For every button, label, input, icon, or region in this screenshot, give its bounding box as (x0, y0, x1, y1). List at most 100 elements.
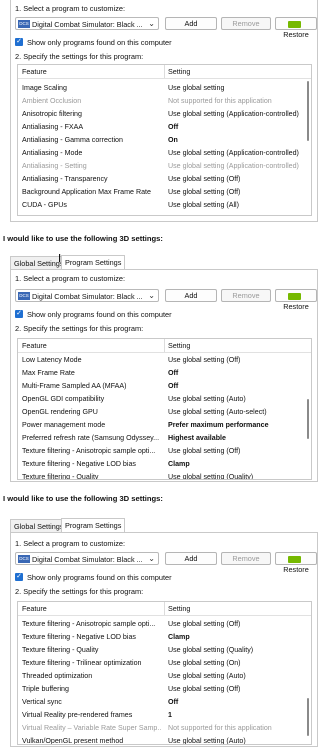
program-select-value: Digital Combat Simulator: Black ... (32, 555, 143, 564)
tab-program-settings[interactable]: Program Settings (61, 518, 126, 533)
setting-cell[interactable]: Use global setting (Off) (168, 175, 304, 183)
table-row[interactable]: Vulkan/OpenGL present method Use global s… (18, 736, 311, 744)
table-row[interactable]: Antialiasing - Gamma correction On (18, 135, 311, 146)
table-row[interactable]: Vertical sync Off (18, 697, 311, 708)
setting-cell[interactable]: Use global setting (Auto) (168, 672, 304, 680)
restore-button[interactable]: Restore (275, 17, 317, 39)
setting-cell[interactable]: Use global setting (All) (168, 201, 304, 209)
table-row[interactable]: Max Frame Rate Off (18, 368, 311, 379)
table-row[interactable]: Virtual Reality pre-rendered frames 1 (18, 710, 311, 721)
check-icon: ✓ (16, 573, 22, 580)
setting-cell[interactable]: Not supported for this application (168, 97, 304, 105)
step2-label: 2. Specify the settings for this program… (15, 324, 144, 333)
setting-cell[interactable]: Off (168, 123, 304, 131)
program-select[interactable]: DCS Digital Combat Simulator: Black ... … (15, 17, 159, 30)
table-row[interactable]: Texture filtering - Quality Use global se… (18, 472, 311, 479)
setting-cell[interactable]: Prefer maximum performance (168, 421, 304, 429)
section-heading-2: I would like to use the following 3D set… (3, 234, 163, 243)
table-row[interactable]: Background Application Max Frame Rate Use… (18, 187, 311, 198)
feature-cell: Image Scaling (22, 84, 67, 92)
table-row[interactable]: OpenGL GDI compatibility Use global setti… (18, 394, 311, 405)
setting-cell[interactable]: Use global setting (Auto) (168, 395, 304, 403)
setting-cell[interactable]: Use global setting (Auto-select) (168, 408, 304, 416)
setting-cell[interactable]: Off (168, 382, 304, 390)
setting-column-header[interactable]: Setting (168, 67, 190, 76)
setting-cell[interactable]: Off (168, 698, 304, 706)
setting-cell[interactable]: Use global setting (On) (168, 659, 304, 667)
add-button[interactable]: Add (165, 17, 217, 30)
setting-cell[interactable]: Use global setting (Application-controll… (168, 149, 304, 157)
setting-cell[interactable]: Clamp (168, 633, 304, 641)
restore-label: Restore (283, 302, 309, 311)
setting-column-header[interactable]: Setting (168, 341, 190, 350)
restore-button[interactable]: Restore (275, 289, 317, 311)
feature-cell: Texture filtering - Negative LOD bias (22, 460, 136, 468)
setting-cell[interactable]: 1 (168, 711, 304, 719)
restore-label: Restore (283, 565, 309, 574)
setting-cell[interactable]: Use global setting (Off) (168, 447, 304, 455)
setting-cell[interactable]: Use global setting (Quality) (168, 473, 304, 479)
setting-cell[interactable]: Use global setting (Application-controll… (168, 162, 304, 170)
show-only-checkbox[interactable]: ✓ (15, 573, 23, 581)
column-divider (164, 65, 165, 78)
table-row[interactable]: Texture filtering - Negative LOD bias Cla… (18, 632, 311, 643)
table-row[interactable]: Virtual Reality – Variable Rate Super Sa… (18, 723, 311, 734)
show-only-checkbox[interactable]: ✓ (15, 310, 23, 318)
setting-cell[interactable]: Use global setting (Off) (168, 620, 304, 628)
feature-column-header[interactable]: Feature (22, 604, 47, 613)
feature-column-header[interactable]: Feature (22, 341, 47, 350)
setting-cell[interactable]: Use global setting (Off) (168, 188, 304, 196)
vertical-scrollbar[interactable] (307, 81, 309, 141)
table-row[interactable]: OpenGL rendering GPU Use global setting (… (18, 407, 311, 418)
restore-button[interactable]: Restore (275, 552, 317, 574)
table-row[interactable]: Texture filtering - Trilinear optimizati… (18, 658, 311, 669)
add-button[interactable]: Add (165, 289, 217, 302)
table-row[interactable]: Texture filtering - Quality Use global se… (18, 645, 311, 656)
table-row[interactable]: Texture filtering - Anisotropic sample o… (18, 446, 311, 457)
table-row[interactable]: Multi-Frame Sampled AA (MFAA) Off (18, 381, 311, 392)
setting-cell[interactable]: Use global setting (Off) (168, 685, 304, 693)
setting-cell[interactable]: Use global setting (Off) (168, 356, 304, 364)
table-row[interactable]: Power management mode Prefer maximum perf… (18, 420, 311, 431)
setting-column-header[interactable]: Setting (168, 604, 190, 613)
setting-cell[interactable]: Use global setting (Auto) (168, 737, 304, 744)
table-row[interactable]: Ambient Occlusion Not supported for this … (18, 96, 311, 107)
table-row[interactable]: Low Latency Mode Use global setting (Off) (18, 355, 311, 366)
chevron-down-icon: ⌄ (148, 554, 155, 563)
table-row[interactable]: Triple buffering Use global setting (Off) (18, 684, 311, 695)
setting-cell[interactable]: Use global setting (Application-controll… (168, 110, 304, 118)
table-row[interactable]: Antialiasing - FXAA Off (18, 122, 311, 133)
text-cursor-icon: I (58, 252, 62, 265)
table-row[interactable]: Texture filtering - Anisotropic sample o… (18, 619, 311, 630)
table-row[interactable]: Antialiasing - Mode Use global setting (A… (18, 148, 311, 159)
table-row[interactable]: Texture filtering - Negative LOD bias Cla… (18, 459, 311, 470)
show-only-checkbox[interactable]: ✓ (15, 38, 23, 46)
table-row[interactable]: Antialiasing - Setting Use global setting… (18, 161, 311, 172)
program-select[interactable]: DCS Digital Combat Simulator: Black ... … (15, 289, 159, 302)
feature-column-header[interactable]: Feature (22, 67, 47, 76)
vertical-scrollbar[interactable] (307, 698, 309, 736)
table-row[interactable]: Image Scaling Use global setting (18, 83, 311, 94)
remove-button[interactable]: Remove (221, 17, 271, 30)
tab-global-settings[interactable]: Global Settings (10, 519, 68, 533)
setting-cell[interactable]: Use global setting (168, 84, 304, 92)
add-button[interactable]: Add (165, 552, 217, 565)
setting-cell[interactable]: On (168, 136, 304, 144)
nvidia-logo-icon (288, 555, 301, 563)
setting-cell[interactable]: Use global setting (Quality) (168, 646, 304, 654)
tab-program-settings[interactable]: Program Settings (61, 255, 126, 270)
program-select[interactable]: DCS Digital Combat Simulator: Black ... … (15, 552, 159, 565)
table-row[interactable]: Anisotropic filtering Use global setting … (18, 109, 311, 120)
table-row[interactable]: Preferred refresh rate (Samsung Odyssey.… (18, 433, 311, 444)
vertical-scrollbar[interactable] (307, 399, 309, 439)
setting-cell[interactable]: Clamp (168, 460, 304, 468)
remove-button[interactable]: Remove (221, 552, 271, 565)
table-row[interactable]: Antialiasing - Transparency Use global se… (18, 174, 311, 185)
settings-table-3: Feature Setting Texture filtering - Anis… (17, 601, 312, 745)
setting-cell[interactable]: Highest available (168, 434, 304, 442)
table-row[interactable]: Threaded optimization Use global setting … (18, 671, 311, 682)
remove-button[interactable]: Remove (221, 289, 271, 302)
table-row[interactable]: CUDA - GPUs Use global setting (All) (18, 200, 311, 211)
setting-cell[interactable]: Not supported for this application (168, 724, 304, 732)
setting-cell[interactable]: Off (168, 369, 304, 377)
